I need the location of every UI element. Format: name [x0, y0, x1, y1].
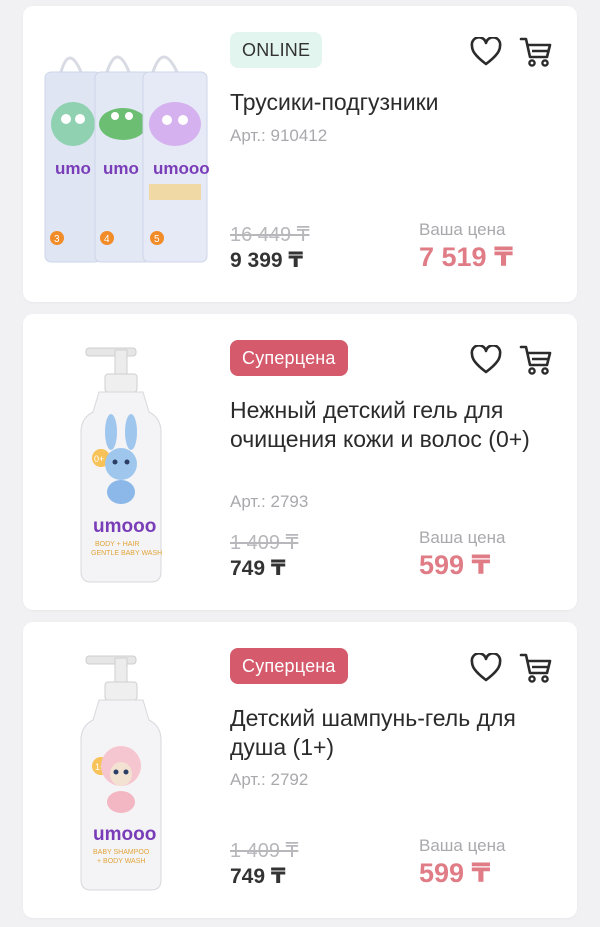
member-price: 749 ₸ [230, 865, 286, 888]
product-title[interactable]: Детский шампунь-гель для душа (1+) [230, 704, 560, 762]
svg-text:umooo: umooo [153, 159, 210, 178]
heart-icon[interactable] [466, 648, 506, 688]
your-price: 7 519 ₸ [419, 242, 513, 272]
svg-text:BABY SHAMPOO: BABY SHAMPOO [93, 849, 150, 856]
product-sku: Арт.: 2793 [230, 492, 309, 511]
product-image-gel[interactable]: 0+ umooo BODY + HAIR GENTLE BABY WASH [31, 332, 221, 592]
old-price: 1 409 ₸ [230, 840, 299, 862]
svg-text:umooo: umooo [93, 516, 156, 537]
your-price-label: Ваша цена [419, 528, 506, 547]
supercena-badge: Суперцена [230, 340, 348, 376]
product-image-shampoo[interactable]: 1+ umooo BABY SHAMPOO + BODY WASH [31, 640, 221, 900]
your-price: 599 ₸ [419, 550, 491, 580]
heart-icon[interactable] [466, 340, 506, 380]
product-image-diapers[interactable]: umo 3 umo 4 umooo 5 [31, 24, 221, 284]
svg-text:3: 3 [54, 234, 60, 245]
product-title[interactable]: Нежный детский гель для очищения кожи и … [230, 396, 560, 454]
member-price: 749 ₸ [230, 557, 286, 580]
product-title[interactable]: Трусики-подгузники [230, 88, 560, 117]
svg-text:GENTLE BABY WASH: GENTLE BABY WASH [91, 550, 162, 557]
supercena-badge: Суперцена [230, 648, 348, 684]
product-sku: Арт.: 2792 [230, 770, 309, 789]
svg-text:5: 5 [154, 234, 160, 245]
your-price-label: Ваша цена [419, 220, 506, 239]
svg-text:+ BODY WASH: + BODY WASH [97, 858, 145, 865]
your-price: 599 ₸ [419, 858, 491, 888]
old-price: 1 409 ₸ [230, 532, 299, 554]
product-sku: Арт.: 910412 [230, 126, 328, 145]
old-price: 16 449 ₸ [230, 224, 310, 246]
cart-icon[interactable] [516, 648, 556, 688]
cart-icon[interactable] [516, 32, 556, 72]
product-list: umo 3 umo 4 umooo 5 ONLINE Трусики-подгу… [0, 0, 600, 927]
svg-text:4: 4 [104, 234, 110, 245]
svg-text:umo: umo [103, 159, 139, 178]
online-badge: ONLINE [230, 32, 323, 68]
svg-text:0+: 0+ [94, 454, 104, 464]
svg-text:BODY + HAIR: BODY + HAIR [95, 541, 139, 548]
svg-text:umooo: umooo [93, 824, 156, 845]
cart-icon[interactable] [516, 340, 556, 380]
product-card[interactable]: umo 3 umo 4 umooo 5 ONLINE Трусики-подгу… [23, 6, 577, 302]
your-price-label: Ваша цена [419, 836, 506, 855]
product-card[interactable]: 0+ umooo BODY + HAIR GENTLE BABY WASH Су… [23, 314, 577, 610]
product-card[interactable]: 1+ umooo BABY SHAMPOO + BODY WASH Суперц… [23, 622, 577, 918]
heart-icon[interactable] [466, 32, 506, 72]
svg-text:umo: umo [55, 159, 91, 178]
member-price: 9 399 ₸ [230, 249, 303, 272]
